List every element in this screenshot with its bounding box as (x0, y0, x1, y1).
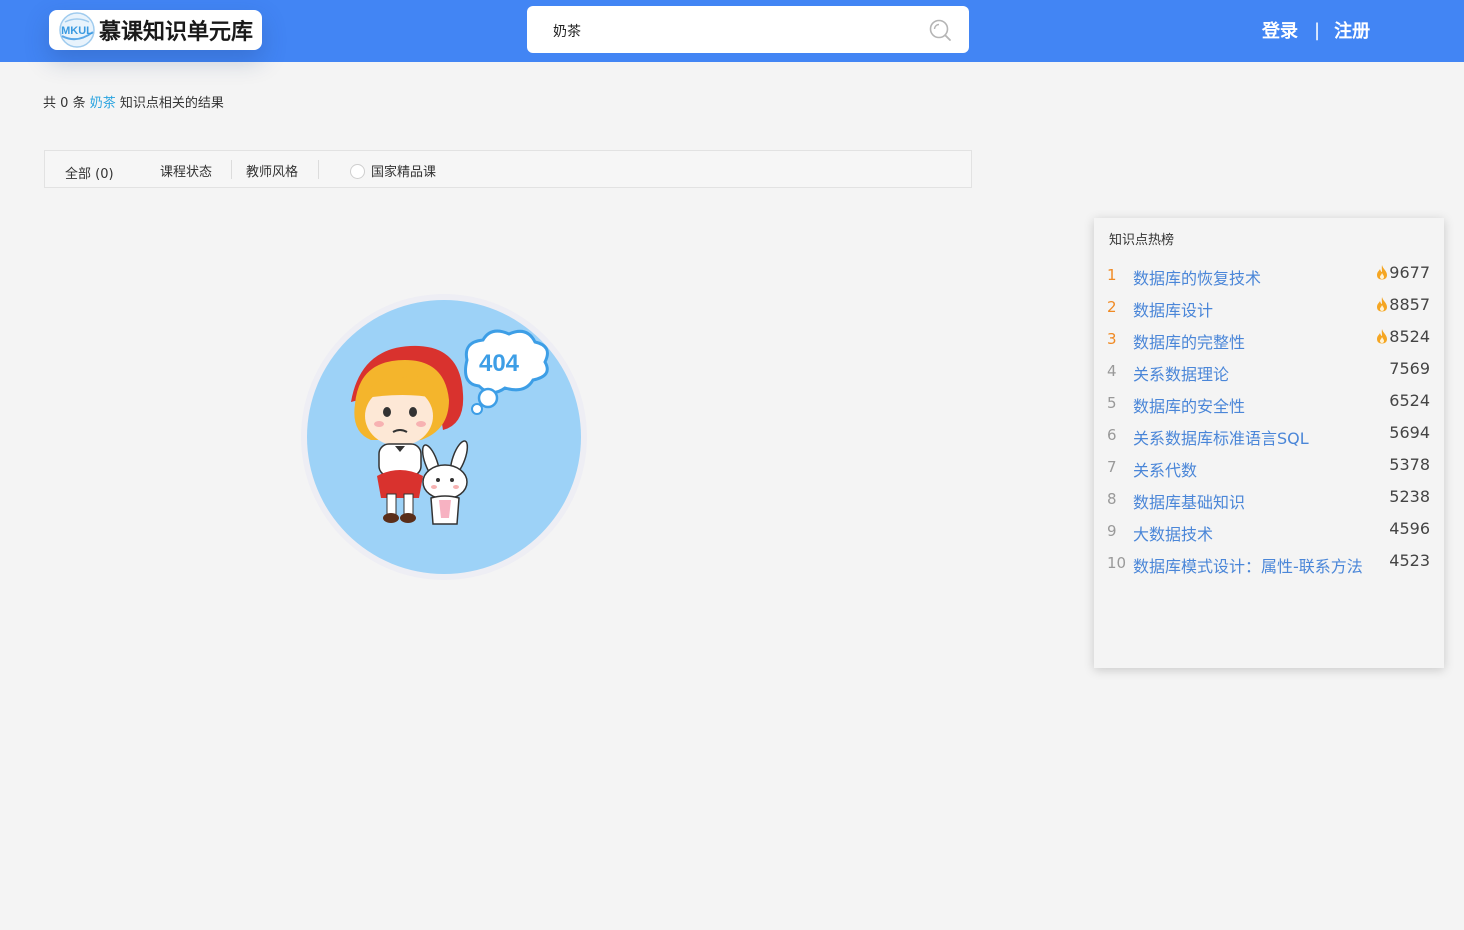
results-unit: 条 (72, 96, 86, 111)
hot-ranking-row[interactable]: 5 数据库的安全性 6524 (1094, 387, 1444, 419)
results-keyword: 奶茶 (89, 96, 116, 111)
hot-ranking-row[interactable]: 8 数据库基础知识 5238 (1094, 483, 1444, 515)
search-input[interactable] (551, 18, 935, 44)
filter-course-status[interactable]: 课程状态 (160, 161, 212, 180)
hot-ranking-row[interactable]: 9 大数据技术 4596 (1094, 515, 1444, 547)
hot-count: 5238 (1389, 487, 1430, 506)
results-count: 0 (60, 96, 69, 111)
fire-icon (1377, 297, 1387, 312)
fire-icon (1377, 265, 1387, 280)
hot-ranking-row[interactable]: 10 数据库模式设计：属性-联系方法 4523 (1094, 547, 1444, 579)
hot-topic-link[interactable]: 数据库的完整性 (1133, 329, 1245, 353)
filter-national-course[interactable]: 国家精品课 (350, 161, 436, 180)
hot-topic-link[interactable]: 关系数据理论 (1133, 361, 1229, 385)
search-box (527, 6, 969, 53)
globe-logo-icon: MKUL (57, 10, 97, 50)
hot-count: 4523 (1389, 551, 1430, 570)
login-link[interactable]: 登录 (1262, 17, 1298, 43)
results-summary: 共 0 条 奶茶 知识点相关的结果 (43, 92, 224, 111)
hot-ranking-panel: 知识点热榜 1 数据库的恢复技术 9677 2 数据库设计 8857 3 数据库的完整性 852… (1094, 218, 1444, 668)
results-suffix: 知识点相关的结果 (119, 96, 224, 111)
hot-topic-link[interactable]: 数据库模式设计：属性-联系方法 (1133, 553, 1363, 577)
site-logo[interactable]: MKUL 慕课知识单元库 (49, 10, 262, 50)
hot-rank-number: 9 (1107, 522, 1117, 540)
filter-divider (318, 160, 319, 179)
auth-separator: | (1314, 19, 1321, 41)
filter-all[interactable]: 全部 (0) (65, 163, 114, 182)
hot-rank-number: 6 (1107, 426, 1117, 444)
hot-count: 8524 (1389, 327, 1430, 346)
filter-divider (231, 160, 232, 179)
filter-teacher-style[interactable]: 教师风格 (246, 161, 298, 180)
not-found-illustration: 404 (301, 294, 587, 580)
auth-links: 登录 | 注册 (1262, 17, 1370, 43)
hot-count: 6524 (1389, 391, 1430, 410)
hot-topic-link[interactable]: 大数据技术 (1133, 521, 1213, 545)
results-prefix: 共 (43, 96, 57, 111)
hot-topic-link[interactable]: 数据库设计 (1133, 297, 1213, 321)
hot-count: 5694 (1389, 423, 1430, 442)
hot-ranking-row[interactable]: 4 关系数据理论 7569 (1094, 355, 1444, 387)
hot-rank-number: 2 (1107, 298, 1117, 316)
hot-ranking-row[interactable]: 7 关系代数 5378 (1094, 451, 1444, 483)
hot-topic-link[interactable]: 关系数据库标准语言SQL (1133, 425, 1309, 449)
hot-ranking-title: 知识点热榜 (1109, 233, 1175, 248)
logo-title: 慕课知识单元库 (99, 20, 254, 45)
fire-icon (1377, 329, 1387, 344)
search-icon[interactable] (928, 18, 952, 42)
hot-count: 8857 (1389, 295, 1430, 314)
hot-count: 7569 (1389, 359, 1430, 378)
error-code-text: 404 (479, 350, 520, 377)
hot-rank-number: 7 (1107, 458, 1117, 476)
hot-count: 9677 (1389, 263, 1430, 282)
hot-rank-number: 4 (1107, 362, 1117, 380)
svg-text:MKUL: MKUL (61, 25, 93, 37)
register-link[interactable]: 注册 (1334, 17, 1370, 43)
hot-count: 4596 (1389, 519, 1430, 538)
filter-bar: 全部 (0) 课程状态 教师风格 国家精品课 (44, 150, 972, 188)
top-navbar: MKUL 慕课知识单元库 登录 | 注册 (0, 0, 1464, 62)
hot-topic-link[interactable]: 数据库的安全性 (1133, 393, 1245, 417)
hot-rank-number: 10 (1107, 554, 1127, 572)
hot-ranking-row[interactable]: 3 数据库的完整性 8524 (1094, 323, 1444, 355)
hot-ranking-row[interactable]: 2 数据库设计 8857 (1094, 291, 1444, 323)
hot-rank-number: 1 (1107, 266, 1117, 284)
hot-topic-link[interactable]: 数据库的恢复技术 (1133, 265, 1261, 289)
national-course-radio[interactable] (350, 164, 365, 179)
hot-topic-link[interactable]: 数据库基础知识 (1133, 489, 1245, 513)
hot-rank-number: 3 (1107, 330, 1117, 348)
hot-rank-number: 8 (1107, 490, 1117, 508)
hot-topic-link[interactable]: 关系代数 (1133, 457, 1197, 481)
hot-count: 5378 (1389, 455, 1430, 474)
hot-ranking-row[interactable]: 6 关系数据库标准语言SQL 5694 (1094, 419, 1444, 451)
hot-rank-number: 5 (1107, 394, 1117, 412)
national-course-label: 国家精品课 (371, 165, 437, 180)
hot-ranking-row[interactable]: 1 数据库的恢复技术 9677 (1094, 259, 1444, 291)
